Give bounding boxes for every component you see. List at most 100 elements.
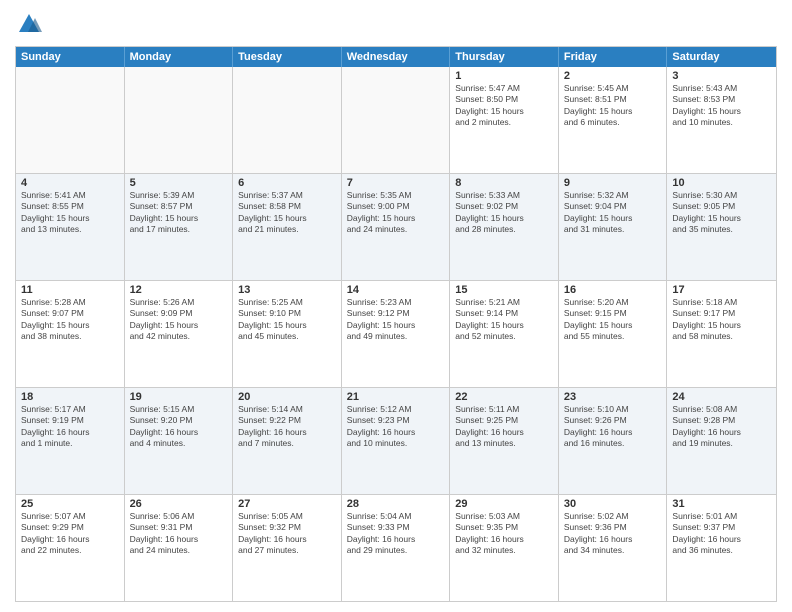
day-info: Sunrise: 5:05 AM Sunset: 9:32 PM Dayligh… [238,511,336,557]
day-cell-24: 24Sunrise: 5:08 AM Sunset: 9:28 PM Dayli… [667,388,776,494]
day-info: Sunrise: 5:39 AM Sunset: 8:57 PM Dayligh… [130,190,228,236]
day-cell-22: 22Sunrise: 5:11 AM Sunset: 9:25 PM Dayli… [450,388,559,494]
day-cell-9: 9Sunrise: 5:32 AM Sunset: 9:04 PM Daylig… [559,174,668,280]
calendar-header: SundayMondayTuesdayWednesdayThursdayFrid… [16,47,776,67]
day-cell-4: 4Sunrise: 5:41 AM Sunset: 8:55 PM Daylig… [16,174,125,280]
day-number: 1 [455,70,553,82]
calendar-row-4: 25Sunrise: 5:07 AM Sunset: 9:29 PM Dayli… [16,495,776,601]
day-number: 9 [564,177,662,189]
day-cell-2: 2Sunrise: 5:45 AM Sunset: 8:51 PM Daylig… [559,67,668,173]
day-info: Sunrise: 5:23 AM Sunset: 9:12 PM Dayligh… [347,297,445,343]
calendar-body: 1Sunrise: 5:47 AM Sunset: 8:50 PM Daylig… [16,67,776,601]
day-number: 23 [564,391,662,403]
day-number: 2 [564,70,662,82]
day-number: 13 [238,284,336,296]
day-info: Sunrise: 5:03 AM Sunset: 9:35 PM Dayligh… [455,511,553,557]
day-cell-14: 14Sunrise: 5:23 AM Sunset: 9:12 PM Dayli… [342,281,451,387]
day-number: 14 [347,284,445,296]
day-info: Sunrise: 5:37 AM Sunset: 8:58 PM Dayligh… [238,190,336,236]
header-day-sunday: Sunday [16,47,125,67]
day-number: 3 [672,70,771,82]
empty-cell [233,67,342,173]
day-number: 21 [347,391,445,403]
day-info: Sunrise: 5:02 AM Sunset: 9:36 PM Dayligh… [564,511,662,557]
day-info: Sunrise: 5:07 AM Sunset: 9:29 PM Dayligh… [21,511,119,557]
day-cell-17: 17Sunrise: 5:18 AM Sunset: 9:17 PM Dayli… [667,281,776,387]
day-info: Sunrise: 5:32 AM Sunset: 9:04 PM Dayligh… [564,190,662,236]
empty-cell [125,67,234,173]
day-number: 22 [455,391,553,403]
day-cell-7: 7Sunrise: 5:35 AM Sunset: 9:00 PM Daylig… [342,174,451,280]
day-number: 30 [564,498,662,510]
day-info: Sunrise: 5:15 AM Sunset: 9:20 PM Dayligh… [130,404,228,450]
day-info: Sunrise: 5:35 AM Sunset: 9:00 PM Dayligh… [347,190,445,236]
day-info: Sunrise: 5:10 AM Sunset: 9:26 PM Dayligh… [564,404,662,450]
day-cell-23: 23Sunrise: 5:10 AM Sunset: 9:26 PM Dayli… [559,388,668,494]
day-cell-28: 28Sunrise: 5:04 AM Sunset: 9:33 PM Dayli… [342,495,451,601]
day-cell-1: 1Sunrise: 5:47 AM Sunset: 8:50 PM Daylig… [450,67,559,173]
day-info: Sunrise: 5:14 AM Sunset: 9:22 PM Dayligh… [238,404,336,450]
day-info: Sunrise: 5:41 AM Sunset: 8:55 PM Dayligh… [21,190,119,236]
day-info: Sunrise: 5:06 AM Sunset: 9:31 PM Dayligh… [130,511,228,557]
day-cell-20: 20Sunrise: 5:14 AM Sunset: 9:22 PM Dayli… [233,388,342,494]
day-cell-13: 13Sunrise: 5:25 AM Sunset: 9:10 PM Dayli… [233,281,342,387]
day-cell-25: 25Sunrise: 5:07 AM Sunset: 9:29 PM Dayli… [16,495,125,601]
day-cell-27: 27Sunrise: 5:05 AM Sunset: 9:32 PM Dayli… [233,495,342,601]
day-info: Sunrise: 5:08 AM Sunset: 9:28 PM Dayligh… [672,404,771,450]
day-number: 15 [455,284,553,296]
day-info: Sunrise: 5:04 AM Sunset: 9:33 PM Dayligh… [347,511,445,557]
day-number: 19 [130,391,228,403]
day-cell-16: 16Sunrise: 5:20 AM Sunset: 9:15 PM Dayli… [559,281,668,387]
day-cell-21: 21Sunrise: 5:12 AM Sunset: 9:23 PM Dayli… [342,388,451,494]
header-day-tuesday: Tuesday [233,47,342,67]
calendar-row-2: 11Sunrise: 5:28 AM Sunset: 9:07 PM Dayli… [16,281,776,388]
calendar-row-0: 1Sunrise: 5:47 AM Sunset: 8:50 PM Daylig… [16,67,776,174]
day-number: 29 [455,498,553,510]
day-cell-12: 12Sunrise: 5:26 AM Sunset: 9:09 PM Dayli… [125,281,234,387]
calendar-row-3: 18Sunrise: 5:17 AM Sunset: 9:19 PM Dayli… [16,388,776,495]
day-info: Sunrise: 5:25 AM Sunset: 9:10 PM Dayligh… [238,297,336,343]
day-cell-26: 26Sunrise: 5:06 AM Sunset: 9:31 PM Dayli… [125,495,234,601]
calendar-row-1: 4Sunrise: 5:41 AM Sunset: 8:55 PM Daylig… [16,174,776,281]
day-info: Sunrise: 5:17 AM Sunset: 9:19 PM Dayligh… [21,404,119,450]
logo-icon [15,10,43,38]
day-number: 25 [21,498,119,510]
day-cell-5: 5Sunrise: 5:39 AM Sunset: 8:57 PM Daylig… [125,174,234,280]
header-day-friday: Friday [559,47,668,67]
day-info: Sunrise: 5:18 AM Sunset: 9:17 PM Dayligh… [672,297,771,343]
day-number: 17 [672,284,771,296]
header-day-saturday: Saturday [667,47,776,67]
day-cell-29: 29Sunrise: 5:03 AM Sunset: 9:35 PM Dayli… [450,495,559,601]
day-number: 4 [21,177,119,189]
header [15,10,777,38]
day-number: 5 [130,177,228,189]
day-number: 11 [21,284,119,296]
day-info: Sunrise: 5:33 AM Sunset: 9:02 PM Dayligh… [455,190,553,236]
day-number: 31 [672,498,771,510]
day-cell-31: 31Sunrise: 5:01 AM Sunset: 9:37 PM Dayli… [667,495,776,601]
day-cell-18: 18Sunrise: 5:17 AM Sunset: 9:19 PM Dayli… [16,388,125,494]
day-number: 27 [238,498,336,510]
day-number: 10 [672,177,771,189]
day-number: 7 [347,177,445,189]
page: SundayMondayTuesdayWednesdayThursdayFrid… [0,0,792,612]
day-cell-3: 3Sunrise: 5:43 AM Sunset: 8:53 PM Daylig… [667,67,776,173]
header-day-wednesday: Wednesday [342,47,451,67]
day-cell-30: 30Sunrise: 5:02 AM Sunset: 9:36 PM Dayli… [559,495,668,601]
day-info: Sunrise: 5:21 AM Sunset: 9:14 PM Dayligh… [455,297,553,343]
header-day-monday: Monday [125,47,234,67]
empty-cell [342,67,451,173]
day-number: 8 [455,177,553,189]
empty-cell [16,67,125,173]
day-info: Sunrise: 5:45 AM Sunset: 8:51 PM Dayligh… [564,83,662,129]
day-cell-19: 19Sunrise: 5:15 AM Sunset: 9:20 PM Dayli… [125,388,234,494]
day-number: 20 [238,391,336,403]
logo [15,10,47,38]
day-info: Sunrise: 5:20 AM Sunset: 9:15 PM Dayligh… [564,297,662,343]
day-number: 24 [672,391,771,403]
day-number: 12 [130,284,228,296]
day-cell-10: 10Sunrise: 5:30 AM Sunset: 9:05 PM Dayli… [667,174,776,280]
calendar: SundayMondayTuesdayWednesdayThursdayFrid… [15,46,777,602]
day-number: 18 [21,391,119,403]
day-info: Sunrise: 5:12 AM Sunset: 9:23 PM Dayligh… [347,404,445,450]
